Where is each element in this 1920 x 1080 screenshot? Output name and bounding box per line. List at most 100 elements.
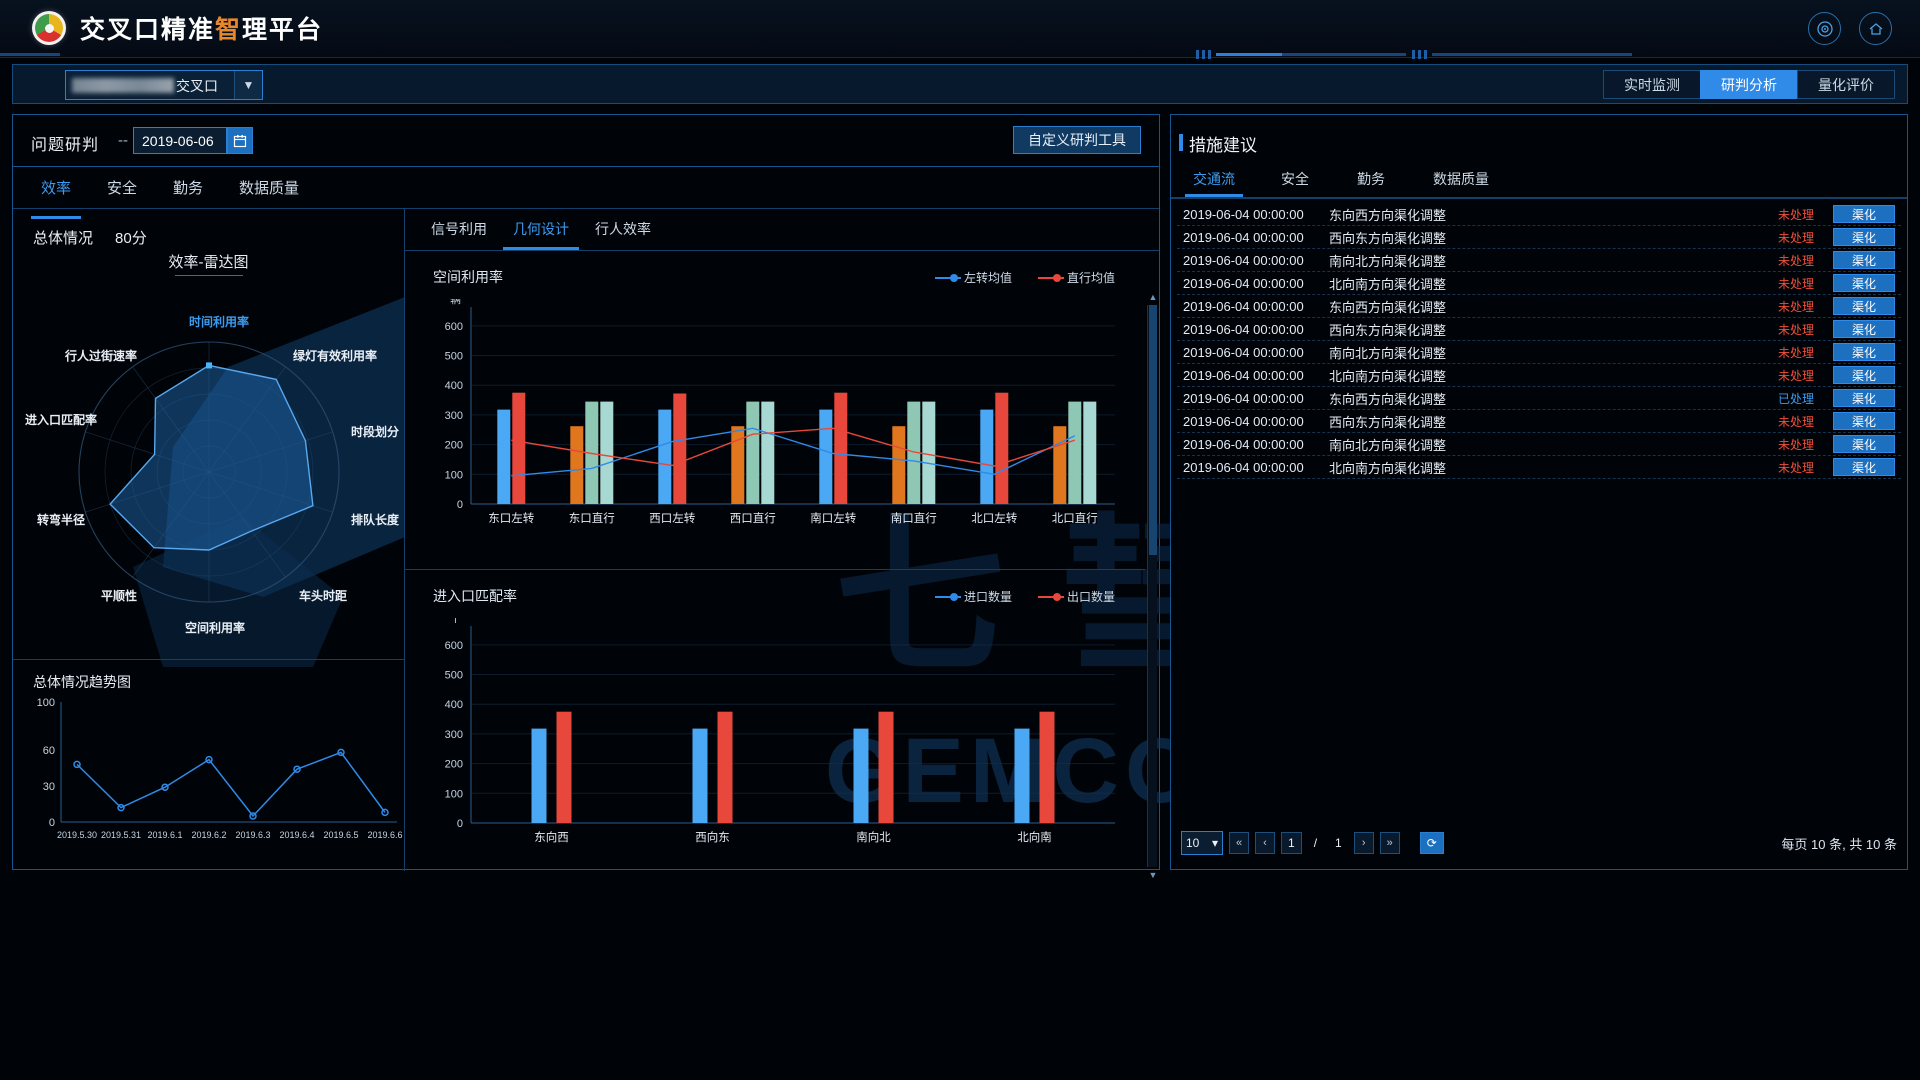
- row-description: 西向东方向渠化调整: [1329, 230, 1447, 246]
- custom-analysis-tool-button[interactable]: 自定义研判工具: [1013, 126, 1141, 154]
- svg-text:2019.5.30: 2019.5.30: [57, 830, 97, 840]
- tab-duty[interactable]: 勤务: [173, 177, 203, 208]
- first-page-button[interactable]: «: [1229, 832, 1249, 854]
- svg-text:100: 100: [37, 697, 55, 709]
- radar-label-turning-radius: 转弯半径: [37, 513, 86, 527]
- tab-data-quality[interactable]: 数据质量: [239, 177, 299, 208]
- measure-tab-traffic-flow[interactable]: 交通流: [1185, 169, 1243, 197]
- table-row[interactable]: 2019-06-04 00:00:00 东向西方向渠化调整 已处理 渠化: [1177, 387, 1901, 410]
- svg-text:2019.5.31: 2019.5.31: [101, 830, 141, 840]
- svg-text:东口直行: 东口直行: [569, 511, 615, 525]
- table-row[interactable]: 2019-06-04 00:00:00 西向东方向渠化调整 未处理 渠化: [1177, 226, 1901, 249]
- legend-entry-count[interactable]: 进口数量: [934, 588, 1012, 605]
- svg-text:西向东: 西向东: [695, 830, 730, 844]
- legend-through-avg[interactable]: 直行均值: [1037, 269, 1115, 286]
- svg-text:西口直行: 西口直行: [730, 511, 776, 525]
- scroll-up-icon[interactable]: ▲: [1148, 291, 1158, 303]
- legend-exit-count[interactable]: 出口数量: [1037, 588, 1115, 605]
- table-row[interactable]: 2019-06-04 00:00:00 西向东方向渠化调整 未处理 渠化: [1177, 318, 1901, 341]
- chart-scrollbar-thumb[interactable]: [1149, 305, 1157, 555]
- status-badge: 未处理: [1777, 230, 1814, 245]
- table-row[interactable]: 2019-06-04 00:00:00 南向北方向渠化调整 未处理 渠化: [1177, 341, 1901, 364]
- legend-left-turn-avg[interactable]: 左转均值: [934, 269, 1012, 286]
- channelization-button[interactable]: 渠化: [1833, 389, 1895, 407]
- date-input[interactable]: 2019-06-06: [133, 127, 227, 154]
- svg-text:东向西: 东向西: [534, 830, 569, 844]
- analysis-dash: --: [118, 132, 128, 149]
- svg-text:2019.6.5: 2019.6.5: [323, 830, 358, 840]
- legend-left-turn-avg-label: 左转均值: [963, 271, 1012, 285]
- channelization-button[interactable]: 渠化: [1833, 366, 1895, 384]
- channelization-button[interactable]: 渠化: [1833, 320, 1895, 338]
- channelization-button[interactable]: 渠化: [1833, 297, 1895, 315]
- table-row[interactable]: 2019-06-04 00:00:00 南向北方向渠化调整 未处理 渠化: [1177, 249, 1901, 272]
- radar-label-smoothness: 平顺性: [101, 589, 138, 603]
- radar-label-headway: 车头时距: [299, 589, 348, 603]
- space-utilization-chart: 辆 0 100 200 300 400 500 600 东口左转 东口直行 西口左转 西口直行 南口左转…: [445, 299, 1115, 525]
- scroll-down-icon[interactable]: ▼: [1148, 869, 1158, 881]
- table-row[interactable]: 2019-06-04 00:00:00 东向西方向渠化调整 未处理 渠化: [1177, 203, 1901, 226]
- channelization-button[interactable]: 渠化: [1833, 228, 1895, 246]
- prev-page-button[interactable]: ‹: [1255, 832, 1275, 854]
- row-action-cell: 渠化: [1827, 343, 1901, 361]
- measure-tab-safety[interactable]: 安全: [1281, 169, 1309, 189]
- row-time: 2019-06-04 00:00:00: [1183, 206, 1304, 222]
- mode-analysis-button[interactable]: 研判分析: [1700, 70, 1797, 99]
- mode-realtime-button[interactable]: 实时监测: [1603, 70, 1700, 99]
- chevron-down-icon[interactable]: ▼: [234, 71, 262, 99]
- channelization-button[interactable]: 渠化: [1833, 251, 1895, 269]
- channelization-button[interactable]: 渠化: [1833, 205, 1895, 223]
- svg-text:南口直行: 南口直行: [891, 511, 937, 525]
- tab-efficiency[interactable]: 效率: [30, 177, 82, 219]
- table-row[interactable]: 2019-06-04 00:00:00 北向南方向渠化调整 未处理 渠化: [1177, 272, 1901, 295]
- subtab-pedestrian-eff[interactable]: 行人效率: [595, 219, 651, 239]
- legend-through-avg-label: 直行均值: [1066, 271, 1115, 285]
- svg-text:600: 600: [445, 321, 463, 333]
- subtab-geometric-design[interactable]: 几何设计: [503, 219, 579, 250]
- row-description: 西向东方向渠化调整: [1329, 322, 1447, 338]
- next-page-button[interactable]: ›: [1353, 832, 1374, 854]
- mode-evaluation-button[interactable]: 量化评价: [1797, 70, 1895, 99]
- analysis-body: 总体情况 80分 效率-雷达图 时间利用率 绿灯有效利用率 时段划分 排队长度 …: [13, 209, 1455, 880]
- channelization-button[interactable]: 渠化: [1833, 412, 1895, 430]
- table-row[interactable]: 2019-06-04 00:00:00 北向南方向渠化调整 未处理 渠化: [1177, 364, 1901, 387]
- svg-text:南向北: 南向北: [856, 830, 891, 844]
- subtab-signal-usage[interactable]: 信号利用: [431, 219, 487, 239]
- row-description: 东向西方向渠化调整: [1329, 207, 1447, 223]
- left-column: 总体情况 80分 效率-雷达图 时间利用率 绿灯有效利用率 时段划分 排队长度 …: [13, 209, 405, 871]
- channelization-button[interactable]: 渠化: [1833, 458, 1895, 476]
- svg-text:个: 个: [450, 618, 461, 625]
- measure-tab-duty[interactable]: 勤务: [1357, 169, 1385, 189]
- table-row[interactable]: 2019-06-04 00:00:00 东向西方向渠化调整 未处理 渠化: [1177, 295, 1901, 318]
- channelization-button[interactable]: 渠化: [1833, 343, 1895, 361]
- svg-text:2019.6.6: 2019.6.6: [367, 830, 402, 840]
- measure-tab-data-quality[interactable]: 数据质量: [1433, 169, 1489, 189]
- tab-safety[interactable]: 安全: [107, 177, 137, 208]
- table-row[interactable]: 2019-06-04 00:00:00 北向南方向渠化调整 未处理 渠化: [1177, 456, 1901, 479]
- svg-text:2019.6.4: 2019.6.4: [279, 830, 314, 840]
- channelization-button[interactable]: 渠化: [1833, 435, 1895, 453]
- measure-panel-title: 措施建议: [1179, 131, 1257, 156]
- calendar-icon[interactable]: [227, 127, 253, 154]
- svg-text:2019.6.3: 2019.6.3: [235, 830, 270, 840]
- svg-text:2019.6.2: 2019.6.2: [191, 830, 226, 840]
- table-row[interactable]: 2019-06-04 00:00:00 南向北方向渠化调整 未处理 渠化: [1177, 433, 1901, 456]
- channelization-button[interactable]: 渠化: [1833, 274, 1895, 292]
- row-description: 北向南方向渠化调整: [1329, 460, 1447, 476]
- table-row[interactable]: 2019-06-04 00:00:00 西向东方向渠化调整 未处理 渠化: [1177, 410, 1901, 433]
- radar-label-time-utilization: 时间利用率: [189, 315, 250, 329]
- radar-label-green-light: 绿灯有效利用率: [293, 349, 378, 363]
- last-page-button[interactable]: »: [1379, 832, 1400, 854]
- page-size-select[interactable]: 10 ▾: [1181, 831, 1223, 855]
- row-time: 2019-06-04 00:00:00: [1183, 436, 1304, 452]
- intersection-select[interactable]: 交叉口 ▼: [65, 70, 263, 100]
- svg-text:0: 0: [457, 818, 463, 830]
- home-icon[interactable]: [1859, 12, 1892, 45]
- svg-text:400: 400: [445, 380, 463, 392]
- svg-text:30: 30: [43, 781, 55, 793]
- status-badge: 已处理: [1777, 391, 1814, 406]
- refresh-icon[interactable]: ⟳: [1419, 832, 1444, 854]
- current-page-input[interactable]: 1: [1281, 832, 1302, 854]
- chart-scrollbar[interactable]: ▲ ▼: [1147, 292, 1157, 880]
- target-icon[interactable]: [1808, 12, 1841, 45]
